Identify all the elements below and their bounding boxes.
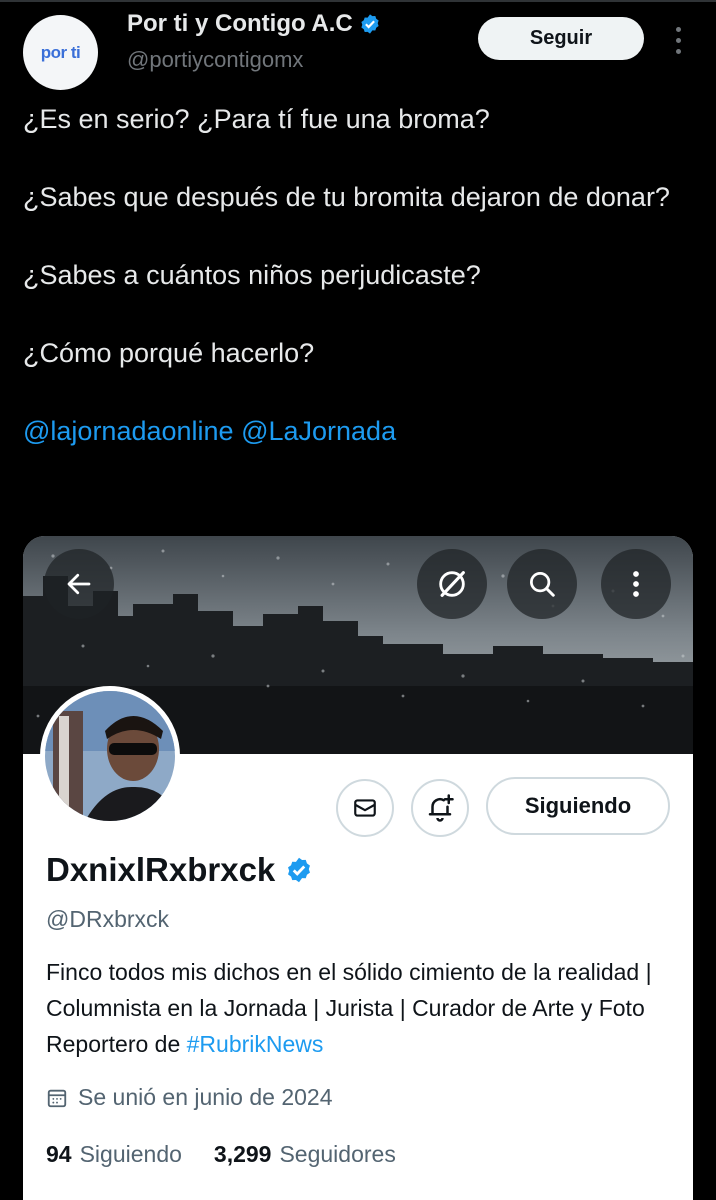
following-stat-label: Siguiendo [79,1141,182,1167]
calendar-icon [47,1089,67,1107]
verified-badge-icon [361,14,379,34]
profile-name: DxnixlRxbrxck [46,851,276,888]
profile-more-button[interactable] [601,549,671,619]
author-avatar-logo-text: por ti [40,42,81,62]
more-vertical-icon[interactable] [666,20,690,60]
mention-link[interactable]: @LaJornada [241,416,396,446]
message-button[interactable] [336,779,394,837]
search-button[interactable] [507,549,577,619]
author-avatar[interactable]: por ti [23,15,98,90]
author-name-row[interactable]: Por ti y Contigo A.C [127,10,381,38]
following-stat[interactable]: 94 Siguiendo [46,1141,182,1168]
verified-badge-icon [288,857,311,883]
follow-button[interactable]: Seguir [478,17,644,60]
grok-button[interactable] [417,549,487,619]
tweet-line: ¿Sabes a cuántos niños perjudicaste? [23,260,481,290]
search-icon [530,572,555,597]
tweet-line: ¿Sabes que después de tu bromita dejaron… [23,182,670,212]
attached-profile-screenshot[interactable]: Siguiendo DxnixlRxbrxck @DRxbrxck Finco … [23,536,693,1200]
author-handle[interactable]: @portiycontigomx [127,47,303,73]
back-arrow-icon [67,573,91,595]
profile-name-row: DxnixlRxbrxck [46,851,313,889]
profile-handle: @DRxbrxck [46,906,170,932]
top-divider [0,0,716,2]
profile-joined-text: Se unió en junio de 2024 [78,1084,333,1110]
profile-bio-text: Finco todos mis dichos en el sólido cimi… [46,959,652,1057]
mention-link[interactable]: @lajornadaonline [23,416,234,446]
followers-stat-label: Seguidores [279,1141,396,1167]
profile-avatar[interactable] [40,686,180,826]
more-vertical-icon [633,571,639,597]
profile-bio: Finco todos mis dichos en el sólido cimi… [46,954,676,1062]
profile-joined: Se unió en junio de 2024 [46,1084,333,1111]
followers-stat[interactable]: 3,299 Seguidores [214,1141,396,1168]
back-button[interactable] [44,549,114,619]
following-button[interactable]: Siguiendo [486,777,670,835]
notifications-button[interactable] [411,779,469,837]
tweet-line: ¿Es en serio? ¿Para tí fue una broma? [23,104,490,134]
tweet-mentions: @lajornadaonline @LaJornada [23,412,693,451]
bell-plus-icon [428,794,454,822]
tweet-text: ¿Es en serio? ¿Para tí fue una broma? ¿S… [23,100,693,451]
hashtag-link[interactable]: #RubrikNews [187,1031,324,1057]
following-count: 94 [46,1141,72,1167]
profile-stats: 94 Siguiendo 3,299 Seguidores [46,1141,396,1168]
tweet-line: ¿Cómo porqué hacerlo? [23,338,315,368]
followers-count: 3,299 [213,1141,272,1167]
author-name[interactable]: Por ti y Contigo A.C [127,10,353,38]
grok-icon [439,571,465,597]
envelope-icon [354,799,376,817]
